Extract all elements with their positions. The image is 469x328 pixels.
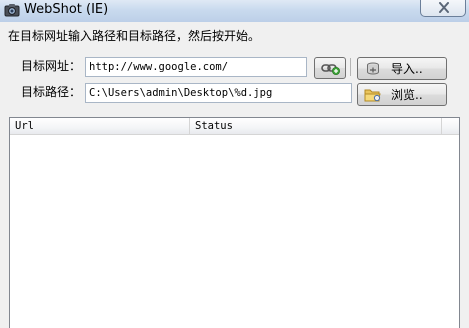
import-icon	[365, 61, 381, 80]
url-status-list[interactable]: Url Status	[9, 117, 460, 328]
url-input[interactable]: http://www.google.com/	[85, 57, 307, 77]
import-button[interactable]: 导入..	[357, 57, 447, 80]
browse-button[interactable]: 浏览..	[357, 83, 447, 106]
close-button[interactable]	[420, 0, 466, 17]
title-bar[interactable]: WebShot (IE)	[0, 0, 469, 22]
toolbar-separator	[350, 58, 351, 76]
browse-button-label: 浏览..	[391, 88, 423, 102]
window-title: WebShot (IE)	[24, 2, 109, 17]
import-button-label: 导入..	[391, 62, 423, 76]
list-header: Url Status	[10, 118, 459, 135]
url-label: 目标网址：	[21, 59, 82, 73]
instruction-text: 在目标网址输入路径和目标路径，然后按开始。	[8, 29, 261, 43]
app-window: WebShot (IE) 在目标网址输入路径和目标路径，然后按开始。 目标网址：…	[0, 0, 469, 328]
folder-icon	[364, 87, 382, 106]
path-input[interactable]: C:\Users\admin\Desktop\%d.jpg	[85, 83, 352, 103]
add-url-button[interactable]	[314, 57, 346, 79]
path-label: 目标路径：	[21, 85, 82, 99]
column-header-status[interactable]: Status	[190, 118, 442, 134]
column-header-url[interactable]: Url	[10, 118, 190, 134]
camera-icon	[4, 3, 20, 18]
link-add-icon	[321, 61, 341, 79]
